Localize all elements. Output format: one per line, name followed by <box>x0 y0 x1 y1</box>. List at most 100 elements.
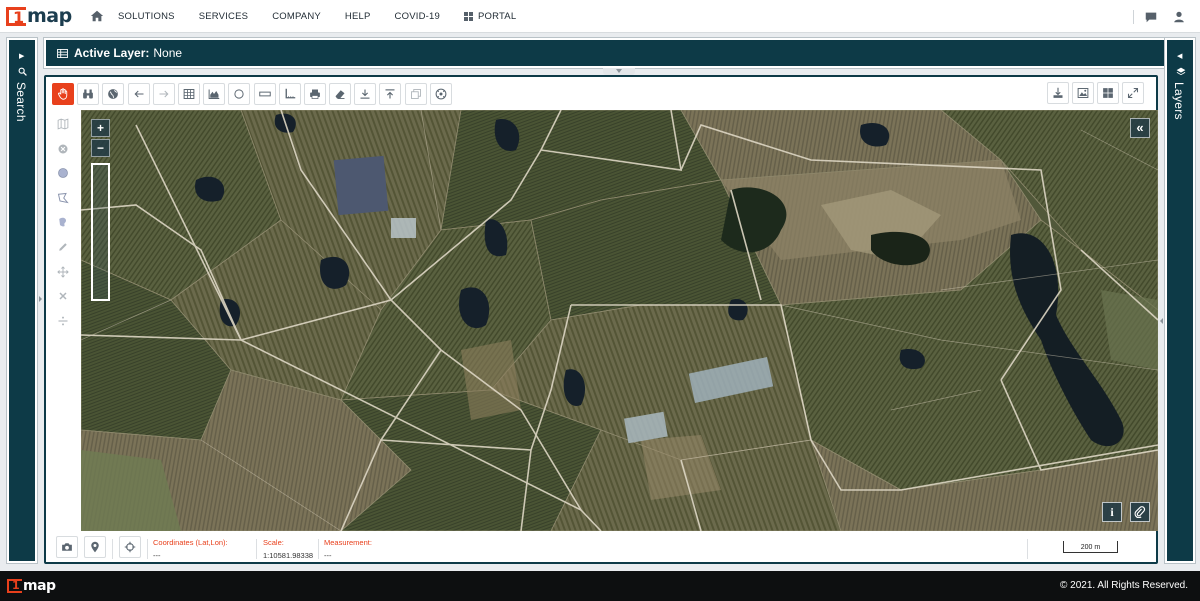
previous-extent-button[interactable] <box>127 83 150 105</box>
divider <box>1133 9 1134 24</box>
divider <box>147 539 148 559</box>
identify-tool-button[interactable] <box>77 83 100 105</box>
download-button[interactable] <box>354 83 377 105</box>
edit-button[interactable] <box>54 236 72 258</box>
zoom-in-button[interactable]: + <box>91 119 110 137</box>
upload-button[interactable] <box>379 83 402 105</box>
binoculars-icon <box>83 89 94 99</box>
nav-company[interactable]: COMPANY <box>272 11 321 22</box>
drawing-tools <box>54 113 72 334</box>
export-map-button[interactable] <box>1047 82 1069 104</box>
portal-grid-icon <box>463 11 473 21</box>
globe-icon <box>108 89 119 99</box>
footer-logo-text: map <box>23 578 56 594</box>
profile-tool-button[interactable] <box>203 83 226 105</box>
measure-area-button[interactable] <box>278 83 301 105</box>
full-extent-button[interactable] <box>102 83 125 105</box>
gauge-icon <box>435 88 447 100</box>
crosshair-icon <box>124 541 136 553</box>
nav-solutions[interactable]: SOLUTIONS <box>118 11 175 22</box>
export-icon <box>1053 87 1063 98</box>
go-to-coordinate-button[interactable] <box>119 536 141 558</box>
coordinates-label: Coordinates (Lat,Lon): <box>153 538 228 547</box>
move-button[interactable] <box>54 261 72 283</box>
measure-distance-button[interactable] <box>253 83 276 105</box>
divider <box>318 539 319 559</box>
delete-button[interactable] <box>54 285 72 307</box>
footer: 1 map © 2021. All Rights Reserved. <box>0 571 1200 601</box>
map-attachment-button[interactable] <box>1130 502 1150 522</box>
satellite-map[interactable]: + − « i <box>81 110 1158 531</box>
nav-portal[interactable]: PORTAL <box>463 10 517 22</box>
area-chart-icon <box>208 89 220 99</box>
chat-icon[interactable] <box>1144 10 1158 24</box>
print-icon <box>310 89 320 99</box>
active-layer-label: Active Layer: <box>74 46 150 60</box>
home-icon[interactable] <box>90 9 104 23</box>
site-logo[interactable]: 1 map <box>6 5 78 27</box>
dashboard-button[interactable] <box>429 83 452 105</box>
grid-icon <box>183 89 195 99</box>
map-tool-button[interactable] <box>54 113 72 135</box>
polygon-draw-icon <box>57 192 69 204</box>
nav-services[interactable]: SERVICES <box>199 11 248 22</box>
image-icon <box>1077 88 1089 98</box>
locate-button[interactable] <box>84 536 106 558</box>
fullscreen-button[interactable] <box>1122 82 1144 104</box>
layer-list-button[interactable] <box>404 83 427 105</box>
coordinates-readout: Coordinates (Lat,Lon): --- <box>153 538 228 560</box>
download-icon <box>360 89 370 99</box>
fullscreen-icon <box>1127 87 1139 99</box>
scale-value: 1:10581.98338 <box>263 551 314 560</box>
screenshot-button[interactable] <box>56 536 78 558</box>
collapse-handle-left[interactable] <box>37 290 44 310</box>
draw-polygon-button[interactable] <box>54 187 72 209</box>
copyright-text: © 2021. All Rights Reserved. <box>1060 580 1188 591</box>
collapse-handle-right[interactable] <box>1158 312 1165 332</box>
table-icon <box>57 48 68 58</box>
close-circle-icon <box>58 144 68 154</box>
logo-mark: 1 <box>6 6 26 27</box>
search-icon <box>18 67 27 76</box>
divider <box>1027 539 1028 559</box>
split-button[interactable] <box>54 310 72 332</box>
camera-icon <box>62 543 72 551</box>
next-extent-button[interactable] <box>152 83 175 105</box>
zoom-out-button[interactable]: − <box>91 139 110 157</box>
zoom-slider[interactable] <box>91 163 110 301</box>
corner-measure-icon <box>285 88 295 99</box>
nav-portal-label: PORTAL <box>477 10 517 22</box>
buffer-tool-button[interactable] <box>228 83 251 105</box>
draw-circle-button[interactable] <box>54 162 72 184</box>
map-info-button[interactable]: i <box>1102 502 1122 522</box>
nav-covid-19[interactable]: COVID-19 <box>395 11 440 22</box>
scale-bar: 200 m <box>1063 541 1118 553</box>
collapse-panel-button[interactable]: « <box>1130 118 1150 138</box>
upload-icon <box>385 89 395 99</box>
map-icon <box>57 118 69 130</box>
circle-draw-icon <box>58 168 68 179</box>
draw-freehand-button[interactable] <box>54 211 72 233</box>
arrow-left-icon <box>134 90 144 98</box>
print-button[interactable] <box>303 83 326 105</box>
active-layer-bar[interactable]: Active Layer: None <box>43 37 1196 69</box>
layout-button[interactable] <box>1097 82 1119 104</box>
user-icon[interactable] <box>1172 10 1186 24</box>
basemap-gallery-button[interactable] <box>1072 82 1094 104</box>
layers-sidebar-toggle[interactable]: ◀ Layers <box>1164 37 1196 564</box>
search-sidebar-toggle[interactable]: ▶ Search <box>6 37 38 564</box>
chevron-left-icon: ◀ <box>1177 53 1183 60</box>
clear-graphics-button[interactable] <box>329 83 352 105</box>
layers-sidebar-label: Layers <box>1172 82 1186 120</box>
ruler-icon <box>258 91 271 97</box>
divide-icon <box>58 316 68 326</box>
attribute-table-button[interactable] <box>177 83 200 105</box>
move-icon <box>57 266 69 278</box>
nav-help[interactable]: HELP <box>345 11 371 22</box>
clear-button[interactable] <box>54 138 72 160</box>
scale-readout: Scale: 1:10581.98338 <box>263 538 313 560</box>
paperclip-icon <box>1134 506 1146 518</box>
pan-tool-button[interactable] <box>52 83 74 105</box>
collapse-handle-top[interactable] <box>603 68 635 75</box>
top-navbar: 1 map SOLUTIONS SERVICES COMPANY HELP CO… <box>0 0 1200 33</box>
